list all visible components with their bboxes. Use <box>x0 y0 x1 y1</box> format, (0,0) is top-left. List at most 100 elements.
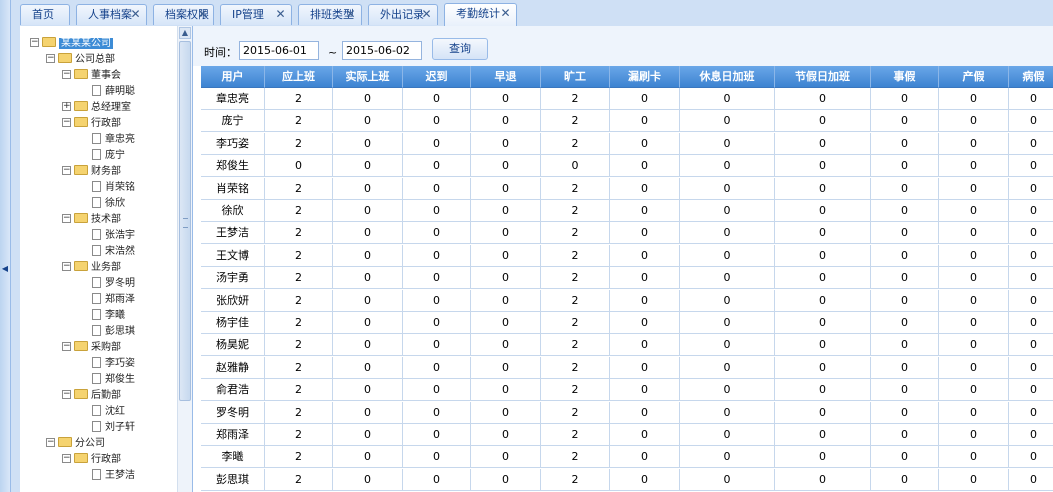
tree-node-folder[interactable]: − 董事会 <box>62 68 121 83</box>
table-row[interactable]: 庞宁 2 0 0 0 2 0 0 0 0 0 0 <box>201 110 1053 133</box>
cell-scheduled: 2 <box>265 312 333 334</box>
west-collapsed-strip[interactable]: ◀ <box>0 0 11 492</box>
plus-icon[interactable]: + <box>62 101 71 111</box>
table-row[interactable]: 王梦洁 2 0 0 0 2 0 0 0 0 0 0 <box>201 222 1053 245</box>
table-row[interactable]: 徐欣 2 0 0 0 2 0 0 0 0 0 0 <box>201 200 1053 222</box>
tab-personnel-files[interactable]: 人事档案 ✕ <box>76 4 147 25</box>
cell-scheduled: 2 <box>265 132 333 155</box>
scroll-up-icon[interactable]: ▲ <box>179 27 191 39</box>
expand-west-icon[interactable]: ◀ <box>1 262 9 276</box>
tree-node-person[interactable]: 张浩宇 <box>92 228 135 243</box>
close-icon[interactable]: ✕ <box>197 8 208 20</box>
tab-shift-types[interactable]: 排班类型 ✕ <box>298 4 362 25</box>
table-row[interactable]: 李曦 2 0 0 0 2 0 0 0 0 0 0 <box>201 446 1053 469</box>
tree-node-person[interactable]: 郑俊生 <box>92 372 135 387</box>
column-header-absent[interactable]: 旷工 <box>541 66 610 88</box>
column-header-scheduled[interactable]: 应上班 <box>265 66 333 88</box>
minus-icon[interactable]: − <box>62 117 71 127</box>
tree-node-folder[interactable]: − 业务部 <box>62 260 121 275</box>
tree-node-folder[interactable]: − 行政部 <box>62 116 121 131</box>
table-row[interactable]: 杨宇佳 2 0 0 0 2 0 0 0 0 0 0 <box>201 312 1053 334</box>
table-row[interactable]: 王文博 2 0 0 0 2 0 0 0 0 0 0 <box>201 244 1053 267</box>
tree-node-folder[interactable]: − 采购部 <box>62 340 121 355</box>
tab-home[interactable]: 首页 <box>20 4 70 25</box>
tree-node-person[interactable]: 罗冬明 <box>92 276 135 291</box>
tree-node-person[interactable]: 彭思琪 <box>92 324 135 339</box>
tree-node-folder[interactable]: + 总经理室 <box>62 100 131 115</box>
tab-ip-management[interactable]: IP管理 ✕ <box>220 4 292 25</box>
tree-node-person[interactable]: 李曦 <box>92 308 125 323</box>
tree-node-person[interactable]: 章忠亮 <box>92 132 135 147</box>
table-row[interactable]: 章忠亮 2 0 0 0 2 0 0 0 0 0 0 <box>201 88 1053 110</box>
tree-node-folder[interactable]: − 行政部 <box>62 452 121 467</box>
close-icon[interactable]: ✕ <box>275 8 286 20</box>
cell-personal-leave: 0 <box>871 110 939 133</box>
tree-node-person[interactable]: 沈红 <box>92 404 125 419</box>
tab-file-permissions[interactable]: 档案权限 ✕ <box>153 4 214 25</box>
cell-scheduled: 2 <box>265 379 333 402</box>
column-header-late[interactable]: 迟到 <box>403 66 471 88</box>
tree-node-folder[interactable]: − 分公司 <box>46 436 105 451</box>
query-button[interactable]: 查询 <box>432 38 488 60</box>
column-header-early-leave[interactable]: 早退 <box>471 66 541 88</box>
minus-icon[interactable]: − <box>62 261 71 271</box>
tab-outing-records[interactable]: 外出记录 ✕ <box>368 4 438 25</box>
table-row[interactable]: 张欣妍 2 0 0 0 2 0 0 0 0 0 0 <box>201 289 1053 312</box>
tree-node-person[interactable]: 宋浩然 <box>92 244 135 259</box>
tree-node-person[interactable]: 庞宁 <box>92 148 125 163</box>
tree-node-folder[interactable]: − 后勤部 <box>62 388 121 403</box>
minus-icon[interactable]: − <box>62 389 71 399</box>
table-row[interactable]: 汤宇勇 2 0 0 0 2 0 0 0 0 0 0 <box>201 267 1053 290</box>
start-date-field[interactable]: 2015-06-01 <box>239 41 319 60</box>
tree-scrollbar[interactable]: ▲ <box>177 26 192 492</box>
table-row[interactable]: 杨昊妮 2 0 0 0 2 0 0 0 0 0 0 <box>201 334 1053 357</box>
minus-icon[interactable]: − <box>46 437 55 447</box>
minus-icon[interactable]: − <box>62 453 71 463</box>
tree-node-person[interactable]: 王梦洁 <box>92 468 135 483</box>
tree-node-person[interactable]: 薛明聪 <box>92 84 135 99</box>
tree-node-folder[interactable]: − 技术部 <box>62 212 121 227</box>
tree-node-person[interactable]: 肖荣铭 <box>92 180 135 195</box>
column-header-sick-leave[interactable]: 病假 <box>1009 66 1053 88</box>
minus-icon[interactable]: − <box>46 53 55 63</box>
table-row[interactable]: 俞君浩 2 0 0 0 2 0 0 0 0 0 0 <box>201 379 1053 402</box>
tree-node-folder[interactable]: − 某某某公司 <box>30 36 113 51</box>
tab-attendance-stats[interactable]: 考勤统计 ✕ <box>444 3 517 26</box>
column-header-actual[interactable]: 实际上班 <box>333 66 403 88</box>
scroll-thumb[interactable] <box>179 41 191 401</box>
close-icon[interactable]: ✕ <box>130 8 141 20</box>
table-row[interactable]: 赵雅静 2 0 0 0 2 0 0 0 0 0 0 <box>201 356 1053 379</box>
table-row[interactable]: 罗冬明 2 0 0 0 2 0 0 0 0 0 0 <box>201 401 1053 424</box>
cell-absent: 2 <box>541 356 610 379</box>
end-date-field[interactable]: 2015-06-02 <box>342 41 422 60</box>
table-row[interactable]: 肖荣铭 2 0 0 0 2 0 0 0 0 0 0 <box>201 177 1053 200</box>
table-row[interactable]: 李巧姿 2 0 0 0 2 0 0 0 0 0 0 <box>201 132 1053 155</box>
cell-maternity-leave: 0 <box>939 289 1009 312</box>
minus-icon[interactable]: − <box>62 69 71 79</box>
minus-icon[interactable]: − <box>30 37 39 47</box>
close-icon[interactable]: ✕ <box>421 8 432 20</box>
tree-node-folder[interactable]: − 公司总部 <box>46 52 115 67</box>
minus-icon[interactable]: − <box>62 341 71 351</box>
table-row[interactable]: 郑雨泽 2 0 0 0 2 0 0 0 0 0 0 <box>201 424 1053 446</box>
tree-node-person[interactable]: 徐欣 <box>92 196 125 211</box>
close-icon[interactable]: ✕ <box>500 7 511 19</box>
column-header-missed-swipe[interactable]: 漏刷卡 <box>610 66 680 88</box>
column-header-personal-leave[interactable]: 事假 <box>871 66 939 88</box>
column-header-rest-day-ot[interactable]: 休息日加班 <box>680 66 775 88</box>
tree-node-folder[interactable]: − 财务部 <box>62 164 121 179</box>
minus-icon[interactable]: − <box>62 213 71 223</box>
cell-late: 0 <box>403 222 471 245</box>
close-icon[interactable]: ✕ <box>345 8 356 20</box>
column-header-user[interactable]: 用户 <box>201 66 265 88</box>
cell-missed-swipe: 0 <box>610 177 680 200</box>
minus-icon[interactable]: − <box>62 165 71 175</box>
column-header-maternity-leave[interactable]: 产假 <box>939 66 1009 88</box>
tree-node-person[interactable]: 李巧姿 <box>92 356 135 371</box>
folder-icon <box>74 261 88 271</box>
column-header-holiday-ot[interactable]: 节假日加班 <box>775 66 871 88</box>
tree-node-person[interactable]: 刘子轩 <box>92 420 135 435</box>
tree-node-person[interactable]: 郑雨泽 <box>92 292 135 307</box>
table-row[interactable]: 郑俊生 0 0 0 0 0 0 0 0 0 0 0 <box>201 155 1053 178</box>
table-row[interactable]: 彭思琪 2 0 0 0 2 0 0 0 0 0 0 <box>201 468 1053 491</box>
